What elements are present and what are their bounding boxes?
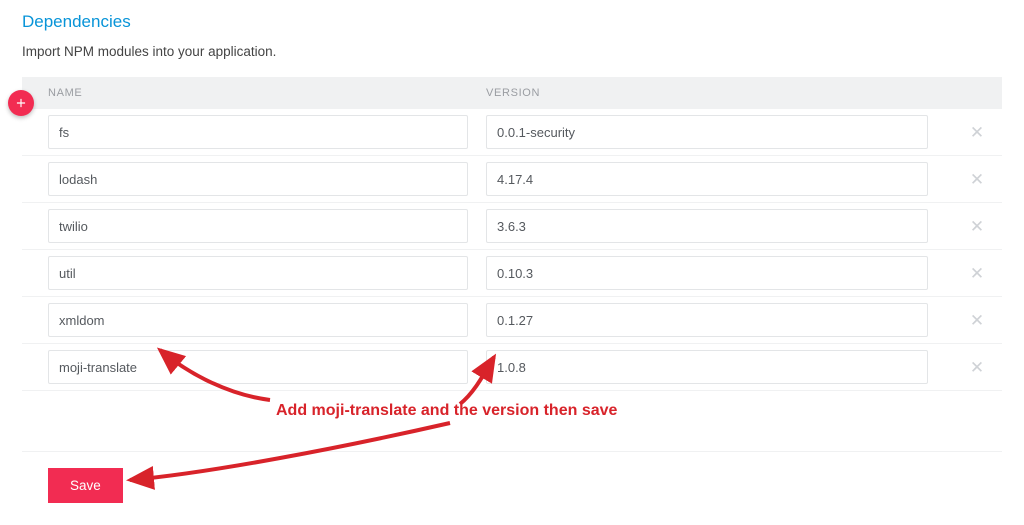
table-row: ✕: [22, 344, 1002, 391]
table-header: NAME VERSION: [22, 77, 1002, 109]
dependency-version-input[interactable]: [486, 162, 928, 196]
section-title: Dependencies: [22, 12, 1002, 32]
add-dependency-button[interactable]: [8, 90, 34, 116]
dependency-version-input[interactable]: [486, 350, 928, 384]
table-row: ✕: [22, 156, 1002, 203]
section-description: Import NPM modules into your application…: [22, 44, 1002, 59]
table-row: ✕: [22, 297, 1002, 344]
column-header-version: VERSION: [486, 87, 994, 99]
table-row: ✕: [22, 250, 1002, 297]
column-header-name: NAME: [48, 87, 486, 99]
delete-row-button[interactable]: ✕: [968, 264, 986, 282]
delete-row-button[interactable]: ✕: [968, 217, 986, 235]
dependency-version-input[interactable]: [486, 303, 928, 337]
dependency-version-input[interactable]: [486, 209, 928, 243]
delete-row-button[interactable]: ✕: [968, 123, 986, 141]
delete-row-button[interactable]: ✕: [968, 311, 986, 329]
dependency-name-input[interactable]: [48, 350, 468, 384]
dependencies-table: NAME VERSION ✕ ✕ ✕ ✕ ✕ ✕: [22, 77, 1002, 391]
plus-icon: [14, 96, 28, 110]
delete-row-button[interactable]: ✕: [968, 170, 986, 188]
dependency-name-input[interactable]: [48, 209, 468, 243]
dependency-name-input[interactable]: [48, 256, 468, 290]
dependency-name-input[interactable]: [48, 162, 468, 196]
dependency-version-input[interactable]: [486, 256, 928, 290]
delete-row-button[interactable]: ✕: [968, 358, 986, 376]
save-button[interactable]: Save: [48, 468, 123, 503]
table-row: ✕: [22, 203, 1002, 250]
table-row: ✕: [22, 109, 1002, 156]
dependency-name-input[interactable]: [48, 115, 468, 149]
dependency-version-input[interactable]: [486, 115, 928, 149]
dependency-name-input[interactable]: [48, 303, 468, 337]
